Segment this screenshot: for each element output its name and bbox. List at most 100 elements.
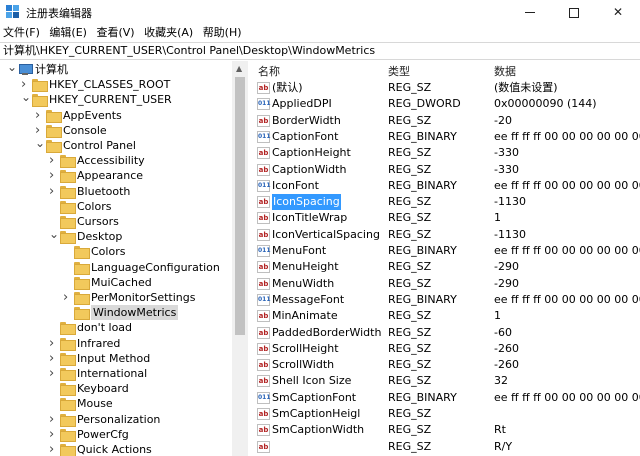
value-row[interactable]: ab MenuHeight REG_SZ -290 (249, 259, 640, 275)
value-row[interactable]: ab IconVerticalSpacing REG_SZ -1130 (249, 227, 640, 243)
value-type: REG_SZ (388, 81, 432, 94)
registry-editor-icon (6, 5, 19, 18)
string-value-icon: ab (257, 342, 270, 355)
collapse-arrow-icon[interactable]: ⌄ (49, 228, 59, 244)
value-data: -330 (494, 146, 519, 160)
value-row[interactable]: ab Shell Icon Size REG_SZ 32 (249, 373, 640, 389)
expand-arrow-icon[interactable]: › (49, 442, 58, 456)
column-name-header[interactable]: 名称 (258, 63, 280, 79)
folder-icon (60, 185, 76, 199)
value-row[interactable]: ab CaptionWidth REG_SZ -330 (249, 162, 640, 178)
tree-node-label: AppEvents (63, 108, 122, 122)
value-row[interactable]: 011 AppliedDPI REG_DWORD 0x00000090 (144) (249, 96, 640, 112)
scroll-up-icon[interactable]: ▲ (236, 64, 242, 73)
value-row[interactable]: 011 SmCaptionFont REG_BINARY ee ff ff ff 00… (249, 390, 640, 406)
value-type: REG_SZ (388, 260, 432, 274)
list-header: 名称 类型 数据 (249, 61, 640, 79)
string-value-icon: ab (257, 310, 270, 323)
value-row[interactable]: ab IconSpacing REG_SZ -1130 (249, 194, 640, 211)
value-type: REG_SZ (388, 162, 432, 176)
expand-arrow-icon[interactable]: › (49, 366, 58, 381)
value-row[interactable]: 011 MessageFont REG_BINARY ee ff ff ff 00 0… (249, 292, 640, 308)
value-row[interactable]: 011 IconFont REG_BINARY ee ff ff ff 00 00 0… (249, 178, 640, 194)
expand-arrow-icon[interactable]: › (49, 336, 58, 351)
column-data-header[interactable]: 数据 (494, 63, 516, 79)
close-icon: ✕ (612, 5, 624, 19)
value-data: ee ff ff ff 00 00 00 00 00 00 (494, 292, 640, 306)
column-type-header[interactable]: 类型 (388, 63, 410, 79)
tree-node-label: WindowMetrics (91, 305, 179, 321)
value-row[interactable]: ab ScrollWidth REG_SZ -260 (249, 357, 640, 373)
string-value-icon: ab (257, 82, 270, 94)
value-row[interactable]: ab MenuWidth REG_SZ -290 (249, 276, 640, 292)
value-name: IconSpacing (272, 194, 341, 211)
menu-file[interactable]: 文件(F) (0, 24, 43, 42)
tree-node-label: HKEY_CURRENT_USER (49, 93, 172, 107)
value-row[interactable]: ab CaptionHeight REG_SZ -330 (249, 145, 640, 161)
value-data: ee ff ff ff 00 00 00 00 00 00 (494, 390, 640, 404)
expand-arrow-icon[interactable]: › (35, 108, 44, 123)
value-type: REG_SZ (388, 325, 432, 339)
menu-view[interactable]: 查看(V) (93, 24, 137, 42)
folder-icon (60, 398, 76, 412)
collapse-arrow-icon[interactable]: ⌄ (21, 91, 31, 107)
value-type: REG_BINARY (388, 244, 457, 257)
tree-node-label: Control Panel (63, 139, 136, 152)
value-row[interactable]: 011 MenuFont REG_BINARY ee ff ff ff 00 00 0… (249, 243, 640, 259)
collapse-arrow-icon[interactable]: ⌄ (35, 137, 45, 153)
folder-icon (74, 276, 90, 290)
tree-node-label: Infrared (77, 336, 121, 350)
value-type: REG_SZ (388, 407, 432, 420)
folder-icon (60, 170, 76, 184)
close-button[interactable]: ✕ (596, 0, 640, 24)
value-row[interactable]: 011 CaptionFont REG_BINARY ee ff ff ff 00 0… (249, 129, 640, 145)
folder-icon (74, 307, 90, 321)
menu-edit[interactable]: 编辑(E) (46, 24, 90, 42)
value-row[interactable]: ab ScrollHeight REG_SZ -260 (249, 341, 640, 357)
value-row[interactable]: ab SmCaptionHeigl REG_SZ (249, 406, 640, 422)
folder-icon (60, 352, 76, 366)
value-data: 1 (494, 309, 501, 323)
value-row[interactable]: ab PaddedBorderWidth REG_SZ -60 (249, 325, 640, 341)
value-type: REG_SZ (388, 113, 432, 127)
tree-scrollbar[interactable]: ▲ (232, 61, 248, 456)
value-data: -20 (494, 113, 512, 127)
value-type: REG_BINARY (388, 390, 457, 404)
expand-arrow-icon[interactable]: › (49, 351, 58, 366)
binary-value-icon: 011 (257, 245, 271, 257)
expand-arrow-icon[interactable]: › (49, 427, 58, 442)
collapse-arrow-icon[interactable]: ⌄ (7, 61, 17, 77)
expand-arrow-icon[interactable]: › (49, 184, 58, 199)
value-data: R/Y (494, 439, 513, 453)
value-type: REG_BINARY (388, 129, 457, 143)
expand-arrow-icon[interactable]: › (49, 153, 58, 168)
scrollbar-thumb[interactable] (235, 77, 245, 335)
folder-icon (46, 124, 62, 138)
value-type: REG_DWORD (388, 97, 461, 111)
expand-arrow-icon[interactable]: › (49, 168, 58, 183)
value-row[interactable]: ab BorderWidth REG_SZ -20 (249, 113, 640, 129)
value-row[interactable]: ab (默认) REG_SZ (数值未设置) (249, 80, 640, 96)
value-row[interactable]: ab SmCaptionWidth REG_SZ Rt (249, 422, 640, 438)
value-row[interactable]: ab IconTitleWrap REG_SZ 1 (249, 210, 640, 226)
expand-arrow-icon[interactable]: › (63, 290, 72, 305)
value-type: REG_SZ (388, 341, 432, 355)
string-value-icon: ab (257, 147, 270, 160)
value-data: Rt (494, 423, 506, 437)
folder-icon (60, 322, 76, 336)
string-value-icon: ab (257, 359, 270, 372)
minimize-button[interactable] (508, 0, 552, 24)
value-name: IconTitleWrap (272, 211, 348, 225)
address-bar[interactable]: 计算机\HKEY_CURRENT_USER\Control Panel\Desk… (0, 42, 640, 60)
tree-node-label: PerMonitorSettings (91, 291, 196, 304)
expand-arrow-icon[interactable]: › (49, 412, 58, 427)
value-name: BorderWidth (272, 113, 341, 127)
maximize-button[interactable] (552, 0, 596, 24)
value-row[interactable]: ab REG_SZ R/Y (249, 439, 640, 455)
value-type: REG_SZ (388, 439, 432, 453)
menu-help[interactable]: 帮助(H) (200, 24, 245, 42)
value-row[interactable]: ab MinAnimate REG_SZ 1 (249, 308, 640, 324)
folder-icon (46, 109, 62, 123)
value-type: REG_SZ (388, 227, 432, 241)
menu-favorites[interactable]: 收藏夹(A) (141, 24, 196, 42)
